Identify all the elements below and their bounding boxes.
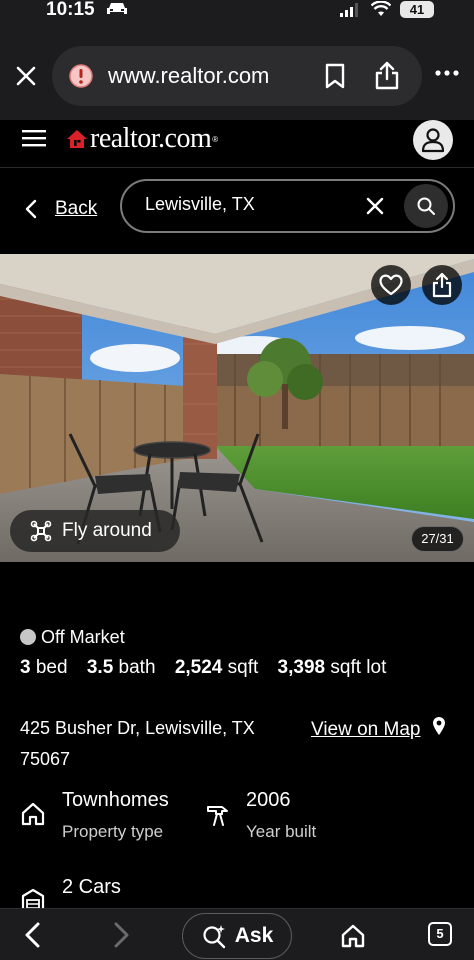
battery-indicator: 41 xyxy=(400,1,434,18)
alert-icon[interactable] xyxy=(68,63,94,89)
url-text[interactable]: www.realtor.com xyxy=(108,63,269,89)
listing-stats: 3 bed 3.5 bath 2,524 sqft 3,398 sqft lot xyxy=(20,657,400,681)
photo-counter: 27/31 xyxy=(411,526,464,552)
listing-status: Off Market xyxy=(20,626,125,648)
location-search-input[interactable] xyxy=(145,194,345,215)
realtor-logo[interactable]: realtor.com ® xyxy=(66,122,218,156)
heart-icon xyxy=(379,274,403,296)
drone-icon xyxy=(30,520,52,542)
ask-button[interactable]: Ask xyxy=(182,913,292,959)
signal-icon xyxy=(340,3,358,17)
brand-name: realtor.com xyxy=(90,123,212,154)
search-icon xyxy=(417,197,435,215)
location-search-field[interactable] xyxy=(120,179,455,233)
account-button[interactable] xyxy=(413,120,453,160)
view-on-map-link[interactable]: View on Map xyxy=(311,719,421,741)
share-icon[interactable] xyxy=(374,60,400,90)
year-built-value: 2006 xyxy=(246,789,291,811)
share-listing-button[interactable] xyxy=(422,265,462,305)
address-street: 425 Busher Dr, Lewisville, TX xyxy=(20,718,255,738)
baths-stat: 3.5 bath xyxy=(86,657,156,678)
favorite-button[interactable] xyxy=(371,265,411,305)
close-icon[interactable] xyxy=(14,64,38,88)
share-icon xyxy=(432,272,452,298)
status-bar: 10:15 41 xyxy=(0,0,474,30)
wifi-icon xyxy=(371,1,391,16)
back-label[interactable]: Back xyxy=(55,198,97,220)
more-options-icon[interactable] xyxy=(434,68,460,78)
hammer-icon xyxy=(207,806,228,826)
property-type-value: Townhomes xyxy=(62,789,169,811)
clear-search-icon[interactable] xyxy=(365,196,385,216)
browser-forward-icon[interactable] xyxy=(110,921,132,949)
property-type-label: Property type xyxy=(62,822,164,841)
chevron-left-icon xyxy=(25,199,37,219)
lot-stat: 3,398 sqft lot xyxy=(277,657,387,678)
user-icon xyxy=(421,128,445,153)
car-icon xyxy=(107,3,127,14)
site-header: realtor.com ® xyxy=(0,120,474,168)
search-button[interactable] xyxy=(404,184,448,228)
year-built-label: Year built xyxy=(246,822,317,841)
listing-photo[interactable]: Fly around 27/31 xyxy=(0,254,474,562)
garage-value: 2 Cars xyxy=(62,876,121,898)
browser-back-icon[interactable] xyxy=(22,921,44,949)
beds-stat: 3 bed xyxy=(20,657,68,678)
tabs-count-button[interactable]: 5 xyxy=(428,922,452,946)
brand-registered-mark: ® xyxy=(212,134,219,144)
house-icon xyxy=(21,802,45,826)
address-zip: 75067 xyxy=(20,749,71,769)
fly-around-button[interactable]: Fly around xyxy=(10,510,180,552)
status-time: 10:15 xyxy=(46,0,95,20)
status-text: Off Market xyxy=(41,626,125,647)
address-bar[interactable]: www.realtor.com xyxy=(52,46,422,106)
sqft-stat: 2,524 sqft xyxy=(174,657,259,678)
status-dot-icon xyxy=(20,629,36,645)
home-icon[interactable] xyxy=(340,923,366,949)
hamburger-menu-icon[interactable] xyxy=(22,128,46,148)
fly-around-label: Fly around xyxy=(62,520,152,541)
sparkle-search-icon xyxy=(203,925,225,949)
search-row: Back xyxy=(0,168,474,254)
browser-bar: www.realtor.com xyxy=(0,30,474,120)
ask-label: Ask xyxy=(234,924,274,947)
map-pin-icon[interactable] xyxy=(432,716,446,736)
browser-toolbar: Ask 5 xyxy=(0,908,474,960)
house-logo-icon xyxy=(67,130,87,148)
bookmark-icon[interactable] xyxy=(324,63,346,89)
back-link[interactable]: Back xyxy=(24,194,97,224)
